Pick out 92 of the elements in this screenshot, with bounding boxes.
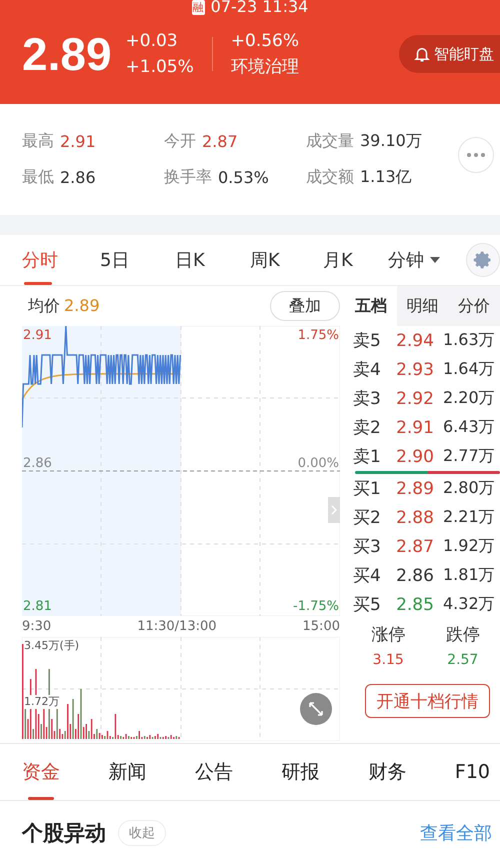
order-level: 买1 (353, 478, 382, 500)
smart-watch-button[interactable]: 智能盯盘 (399, 35, 500, 73)
order-level: 买5 (353, 594, 382, 616)
order-price: 2.92 (395, 388, 435, 408)
percent-axis-label: -1.75% (293, 600, 339, 614)
stat-label: 成交额 (306, 167, 354, 188)
chart-tab[interactable]: 5日 (100, 235, 175, 285)
average-price: 2.89 (64, 296, 100, 314)
order-volume: 6.43万 (443, 417, 495, 438)
time-label: 9:30 (22, 619, 52, 634)
info-tab[interactable]: 资金 (22, 744, 60, 800)
order-book-tab[interactable]: 五档 (345, 286, 397, 326)
order-level: 买3 (353, 536, 382, 558)
stat-value: 39.10万 (360, 131, 422, 152)
order-price: 2.94 (395, 330, 435, 350)
stat-value: 2.86 (60, 168, 96, 187)
stat-label: 成交量 (306, 131, 354, 152)
settings-button[interactable] (466, 243, 500, 277)
volume-axis-label: 3.45万(手) (24, 639, 80, 653)
info-tab[interactable]: 公告 (195, 744, 234, 800)
chart-tab[interactable]: 周K (250, 235, 323, 285)
order-level: 卖3 (353, 388, 382, 410)
price-axis-label: 2.86 (23, 457, 52, 471)
info-tab[interactable]: F10 (454, 744, 490, 800)
price-axis-label: 2.81 (23, 600, 52, 614)
volume-axis-label: 1.72万 (24, 695, 60, 709)
order-level: 卖4 (353, 359, 382, 381)
stat-label: 最低 (22, 167, 54, 188)
order-price: 2.93 (395, 360, 435, 380)
order-level: 买4 (353, 565, 382, 587)
order-volume: 4.32万 (443, 594, 495, 615)
settings-icon (473, 250, 493, 270)
bell-icon (413, 45, 431, 63)
time-label: 11:30/13:00 (137, 619, 217, 634)
percent-axis-label: 0.00% (298, 457, 339, 471)
price-axis-label: 2.91 (23, 329, 52, 343)
current-price: 2.89 (22, 27, 112, 81)
upgrade-button[interactable]: 开通十档行情 (365, 684, 490, 718)
chart-tab[interactable]: 分钟 (388, 235, 460, 285)
limit-label: 跌停 (446, 624, 480, 646)
average-label: 均价 (28, 296, 60, 314)
order-volume: 1.64万 (443, 359, 495, 380)
sector-name[interactable]: 环境治理 (230, 55, 300, 79)
stat-value: 1.13亿 (360, 167, 412, 188)
info-tab[interactable]: 财务 (368, 744, 406, 800)
stat-label: 换手率 (164, 167, 212, 188)
price-change: +0.03 (126, 30, 179, 53)
order-price: 2.87 (395, 536, 435, 556)
stat-label: 最高 (22, 131, 54, 152)
limit-label: 涨停 (371, 624, 406, 646)
stat-value: 2.87 (202, 132, 238, 151)
info-tab[interactable]: 研报 (282, 744, 320, 800)
section-title: 个股异动 (22, 820, 106, 847)
quote-time: 07-23 11:34 (210, 0, 308, 17)
order-volume: 2.80万 (443, 478, 495, 499)
order-volume: 1.63万 (443, 330, 495, 351)
chart-tab[interactable]: 分时 (22, 235, 100, 285)
order-price: 2.91 (395, 418, 435, 438)
order-price: 2.85 (395, 594, 435, 614)
more-button[interactable] (458, 137, 494, 173)
stat-label: 今开 (164, 131, 196, 152)
order-level: 卖2 (353, 417, 382, 439)
limit-price: 3.15 (372, 652, 404, 668)
order-level: 卖1 (353, 446, 382, 468)
overlay-button[interactable]: 叠加 (270, 291, 340, 321)
order-price: 2.90 (395, 446, 435, 466)
percent-axis-label: 1.75% (298, 329, 339, 343)
order-volume: 2.21万 (443, 507, 495, 528)
order-volume: 1.92万 (443, 536, 495, 557)
collapse-button[interactable]: 收起 (118, 820, 166, 846)
margin-badge: 融 (192, 0, 205, 15)
chart-tab[interactable]: 日K (175, 235, 250, 285)
percent-change: +1.05% (126, 56, 194, 79)
order-price: 2.86 (395, 566, 435, 586)
time-label: 15:00 (302, 619, 340, 634)
sector-change: +0.56% (230, 30, 300, 53)
order-price: 2.88 (395, 508, 435, 528)
stat-value: 0.53% (218, 168, 269, 187)
limit-price: 2.57 (447, 652, 478, 668)
caret-icon (430, 257, 440, 263)
order-volume: 1.81万 (443, 565, 495, 586)
order-volume: 2.77万 (443, 446, 495, 467)
info-tab[interactable]: 新闻 (108, 744, 147, 800)
chevron-right-icon (331, 505, 337, 515)
stat-value: 2.91 (60, 132, 96, 151)
order-level: 买2 (353, 507, 382, 529)
chart-tab[interactable]: 月K (323, 235, 388, 285)
order-price: 2.89 (395, 478, 435, 498)
expand-icon (308, 701, 324, 717)
order-level: 卖5 (353, 330, 382, 352)
order-volume: 2.20万 (443, 388, 495, 409)
more-icon (466, 152, 486, 158)
